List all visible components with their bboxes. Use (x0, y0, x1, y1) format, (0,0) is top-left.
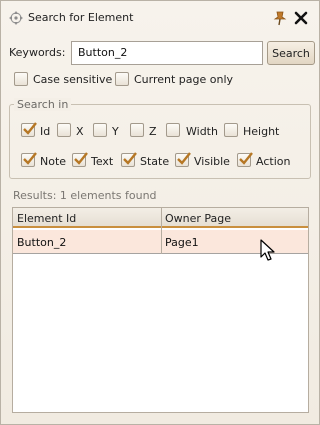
move-icon[interactable] (8, 10, 24, 26)
keywords-label: Keywords: (9, 46, 66, 59)
checkmark-icon (23, 122, 37, 135)
search-in-y-label: Y (112, 125, 119, 138)
case-sensitive-label: Case sensitive (33, 73, 113, 86)
close-icon[interactable] (294, 11, 308, 25)
keywords-input[interactable]: Button_2 (71, 41, 263, 65)
checkmark-icon (239, 152, 253, 165)
cell-owner-page: Page1 (165, 236, 199, 249)
search-in-width-checkbox[interactable] (166, 123, 180, 137)
window-title: Search for Element (28, 11, 134, 24)
mouse-cursor-icon (260, 239, 275, 261)
search-in-state-checkbox[interactable] (121, 152, 137, 167)
results-summary: Results: 1 elements found (13, 189, 157, 202)
search-in-text-checkbox[interactable] (72, 152, 88, 167)
pin-icon[interactable] (273, 10, 287, 26)
search-in-id-label: Id (40, 125, 51, 138)
column-header-element-id[interactable]: Element Id (17, 212, 76, 225)
search-in-action-label: Action (256, 155, 291, 168)
search-in-width-label: Width (186, 125, 218, 138)
case-sensitive-checkbox[interactable] (14, 72, 28, 86)
search-element-window: Search for Element Keywords: Button_2 Se… (0, 0, 320, 425)
search-in-action-checkbox[interactable] (237, 152, 253, 167)
search-button[interactable]: Search (267, 41, 315, 65)
checkmark-icon (123, 152, 137, 165)
search-in-text-label: Text (91, 155, 114, 168)
search-in-state-label: State (140, 155, 170, 168)
results-table[interactable]: Element Id Owner Page Button_2 Page1 (12, 207, 309, 413)
current-page-only-label: Current page only (134, 73, 234, 86)
search-in-y-checkbox[interactable] (93, 123, 107, 137)
search-in-legend: Search in (14, 98, 72, 111)
search-in-height-checkbox[interactable] (224, 123, 238, 137)
search-in-z-checkbox[interactable] (130, 123, 144, 137)
checkmark-icon (177, 152, 191, 165)
checkmark-icon (23, 152, 37, 165)
search-in-note-checkbox[interactable] (21, 152, 37, 167)
column-header-owner-page[interactable]: Owner Page (165, 212, 231, 225)
search-in-x-checkbox[interactable] (57, 123, 71, 137)
title-bar[interactable]: Search for Element (1, 1, 319, 35)
search-in-note-label: Note (40, 155, 67, 168)
current-page-only-checkbox[interactable] (115, 72, 129, 86)
search-in-height-label: Height (243, 125, 280, 138)
search-in-z-label: Z (149, 125, 157, 138)
search-in-id-checkbox[interactable] (21, 122, 37, 137)
search-in-visible-checkbox[interactable] (175, 152, 191, 167)
search-in-visible-label: Visible (194, 155, 230, 168)
column-divider (161, 208, 162, 254)
cell-element-id: Button_2 (17, 236, 67, 249)
search-in-x-label: X (76, 125, 84, 138)
checkmark-icon (74, 152, 88, 165)
